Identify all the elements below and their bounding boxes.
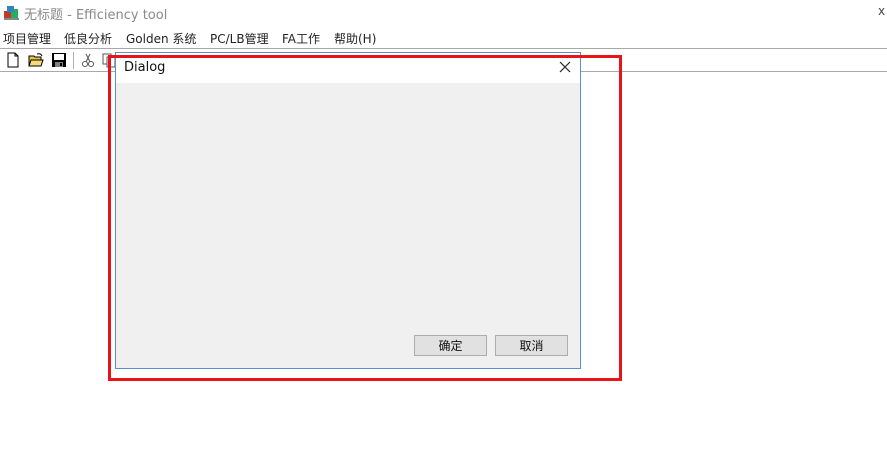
- window-close-icon[interactable]: x: [878, 4, 885, 18]
- cancel-button[interactable]: 取消: [495, 335, 568, 356]
- menu-fa-work[interactable]: FA工作: [282, 30, 320, 47]
- menu-golden-system[interactable]: Golden 系统: [126, 30, 196, 47]
- application-window: 无标题 - Efficiency tool x 项目管理 低良分析 Golden…: [0, 0, 887, 464]
- dialog-titlebar[interactable]: Dialog: [116, 53, 580, 83]
- menu-project-management[interactable]: 项目管理: [3, 30, 51, 47]
- toolbar-separator: [73, 52, 74, 69]
- cut-icon[interactable]: [80, 52, 96, 68]
- menu-pc-lb-management[interactable]: PC/LB管理: [210, 30, 269, 47]
- window-title: 无标题 - Efficiency tool: [24, 8, 168, 23]
- ok-button[interactable]: 确定: [414, 335, 487, 356]
- open-folder-icon[interactable]: [28, 52, 44, 68]
- menu-defect-analysis[interactable]: 低良分析: [64, 30, 112, 47]
- close-icon[interactable]: [556, 58, 574, 76]
- window-titlebar[interactable]: 无标题 - Efficiency tool x: [0, 0, 887, 26]
- dialog-window: Dialog 确定 取消: [115, 52, 581, 369]
- save-icon[interactable]: [51, 52, 67, 68]
- app-icon: [4, 6, 19, 20]
- new-file-icon[interactable]: [5, 52, 21, 68]
- menu-bar: 项目管理 低良分析 Golden 系统 PC/LB管理 FA工作 帮助(H): [0, 27, 887, 48]
- dialog-title: Dialog: [124, 60, 166, 75]
- menu-help[interactable]: 帮助(H): [334, 30, 376, 47]
